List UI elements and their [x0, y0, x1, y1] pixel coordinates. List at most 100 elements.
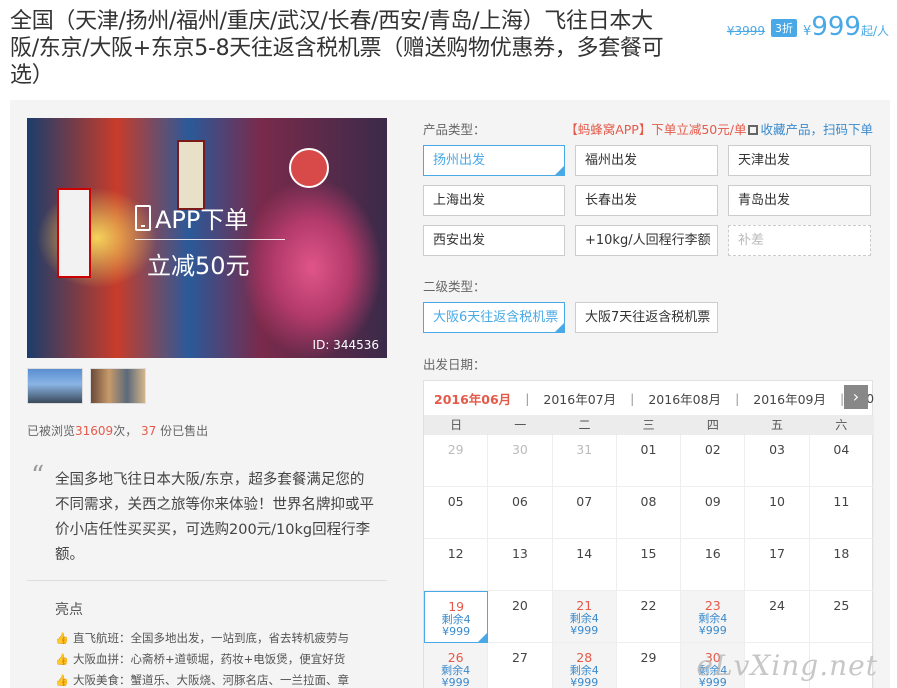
- option-fuzhou[interactable]: 福州出发: [575, 145, 718, 176]
- price-box: ¥3999 3折 ¥999起/人: [727, 12, 889, 42]
- sold-count: 37: [141, 424, 157, 438]
- calendar-day: 16: [681, 539, 746, 591]
- weekday-label: 四: [706, 418, 719, 432]
- stats-text: 份已售出: [160, 424, 209, 438]
- day-number: 16: [704, 546, 721, 561]
- tab-month-2016-08[interactable]: 2016年08月: [648, 389, 721, 408]
- price-unit: 起/人: [860, 24, 889, 38]
- app-save-text: 立减50元: [147, 252, 250, 280]
- list-item: 👍 大阪血拼：心斋桥+道顿堀，药妆+电饭煲，便宜好货: [55, 649, 385, 670]
- day-price: ¥999: [442, 625, 471, 638]
- month-tabs: 2016年06月 | 2016年07月 | 2016年08月 | 2016年09…: [424, 381, 874, 415]
- day-price: ¥999: [698, 624, 727, 637]
- day-number: 02: [704, 442, 721, 457]
- calendar-day: 18: [809, 539, 874, 591]
- view-stats: 已被浏览31609次， 37 份已售出: [27, 422, 208, 439]
- scan-order-link[interactable]: 扫码下单: [823, 122, 873, 137]
- day-number: 28: [576, 650, 593, 665]
- app-promo: 【蚂蜂窝APP】下单立减50元/单 收藏产品，扫码下单: [565, 119, 873, 138]
- option-extra-baggage[interactable]: +10kg/人回程行李额: [575, 225, 718, 256]
- calendar-day[interactable]: 28 剩余4 ¥999: [552, 643, 617, 688]
- calendar-day: 07: [552, 487, 617, 539]
- original-price: ¥3999: [726, 24, 766, 38]
- day-number: 21: [576, 598, 593, 613]
- day-number: 29: [640, 650, 657, 665]
- calendar-day: 10: [745, 487, 810, 539]
- favorite-link[interactable]: 收藏产品: [760, 122, 810, 137]
- highlights-title: 亮点: [55, 602, 83, 618]
- day-price: ¥999: [441, 676, 470, 688]
- day-number: 27: [511, 650, 528, 665]
- calendar-day: 09: [681, 487, 746, 539]
- calendar-day[interactable]: 19 剩余4 ¥999: [424, 591, 489, 643]
- day-number: 08: [640, 494, 657, 509]
- chevron-right-icon[interactable]: ›: [844, 385, 868, 409]
- option-changchun[interactable]: 长春出发: [575, 185, 718, 216]
- day-number: 12: [447, 546, 464, 561]
- calendar-day: 24: [745, 591, 810, 643]
- day-number: 22: [640, 598, 657, 613]
- stats-text: 次，: [113, 424, 138, 438]
- main-photo[interactable]: APP下单 立减50元 ID: 344536: [27, 118, 387, 358]
- calendar-day: 11: [809, 487, 874, 539]
- calendar-day: 12: [424, 539, 489, 591]
- day-number: 06: [511, 494, 528, 509]
- calendar-day[interactable]: 23 剩余4 ¥999: [681, 591, 746, 643]
- calendar-day: 15: [616, 539, 682, 591]
- weekday-label: 六: [835, 418, 848, 432]
- photo-sign: [57, 188, 91, 278]
- calendar-day: 08: [616, 487, 682, 539]
- weekday-header: 日 一 二 三 四 五 六: [424, 415, 874, 435]
- description-text: 全国多地飞往日本大阪/东京，超多套餐满足您的不同需求，关西之旅等你来体验！世界名…: [55, 472, 374, 563]
- calendar-day[interactable]: 26 剩余4 ¥999: [424, 643, 489, 688]
- option-xian[interactable]: 西安出发: [423, 225, 565, 256]
- option-price-difference[interactable]: 补差: [728, 225, 871, 256]
- thumbs-up-icon: 👍: [55, 632, 69, 645]
- tab-month-2016-07[interactable]: 2016年07月: [543, 389, 616, 408]
- calendar-day: 25: [809, 591, 874, 643]
- calendar-day[interactable]: 21 剩余4 ¥999: [552, 591, 617, 643]
- option-shanghai[interactable]: 上海出发: [423, 185, 565, 216]
- calendar-day: 22: [616, 591, 682, 643]
- highlight-text: 大阪血拼：心斋桥+道顿堀，药妆+电饭煲，便宜好货: [73, 652, 346, 666]
- calendar-day: 05: [424, 487, 489, 539]
- day-number: 19: [448, 599, 465, 614]
- thumbnail-2[interactable]: [90, 368, 146, 404]
- quote-icon: “: [31, 461, 45, 491]
- option-yangzhou[interactable]: 扬州出发: [423, 145, 565, 176]
- list-item: 👍 大阪美食：蟹道乐、大阪烧、河豚名店、一兰拉面、章: [55, 670, 385, 688]
- calendar-day: 29: [617, 643, 682, 688]
- day-number: 14: [576, 546, 593, 561]
- weekday-label: 一: [514, 418, 527, 432]
- day-number: 26: [447, 650, 464, 665]
- calendar-day: 01: [616, 435, 682, 487]
- divider: [27, 580, 387, 581]
- day-number: 04: [833, 442, 850, 457]
- option-osaka-7-day[interactable]: 大阪7天往返含税机票: [575, 302, 718, 333]
- option-osaka-6-day[interactable]: 大阪6天往返含税机票: [423, 302, 565, 333]
- option-tianjin[interactable]: 天津出发: [728, 145, 871, 176]
- day-number: 15: [640, 546, 657, 561]
- departure-calendar: 2016年06月 | 2016年07月 | 2016年08月 | 2016年09…: [423, 380, 874, 688]
- day-number: 29: [447, 442, 464, 457]
- calendar-day: 31: [552, 435, 617, 487]
- calendar-day: 14: [552, 539, 617, 591]
- day-number: 23: [704, 598, 721, 613]
- day-number: 05: [447, 494, 464, 509]
- tab-month-2016-06[interactable]: 2016年06月: [434, 389, 511, 408]
- photo-sign: [289, 148, 329, 188]
- option-qingdao[interactable]: 青岛出发: [728, 185, 871, 216]
- product-type-label: 产品类型：: [423, 122, 486, 137]
- calendar-day: 30: [488, 435, 553, 487]
- day-number: 24: [769, 598, 786, 613]
- thumbnail-1[interactable]: [27, 368, 83, 404]
- highlight-text: 大阪美食：蟹道乐、大阪烧、河豚名店、一兰拉面、章: [73, 673, 349, 687]
- app-promo-text[interactable]: 【蚂蜂窝APP】下单立减50元/单: [565, 122, 746, 137]
- calendar-day: 13: [488, 539, 553, 591]
- highlight-text: 直飞航班：全国多地出发，一站到底，省去转机疲劳与: [73, 631, 349, 645]
- tab-month-2016-09[interactable]: 2016年09月: [753, 389, 826, 408]
- qr-icon: [748, 125, 759, 135]
- day-number: 01: [640, 442, 657, 457]
- highlights-list: 👍 直飞航班：全国多地出发，一站到底，省去转机疲劳与 👍 大阪血拼：心斋桥+道顿堀，…: [55, 628, 385, 688]
- thumbs-up-icon: 👍: [55, 674, 69, 687]
